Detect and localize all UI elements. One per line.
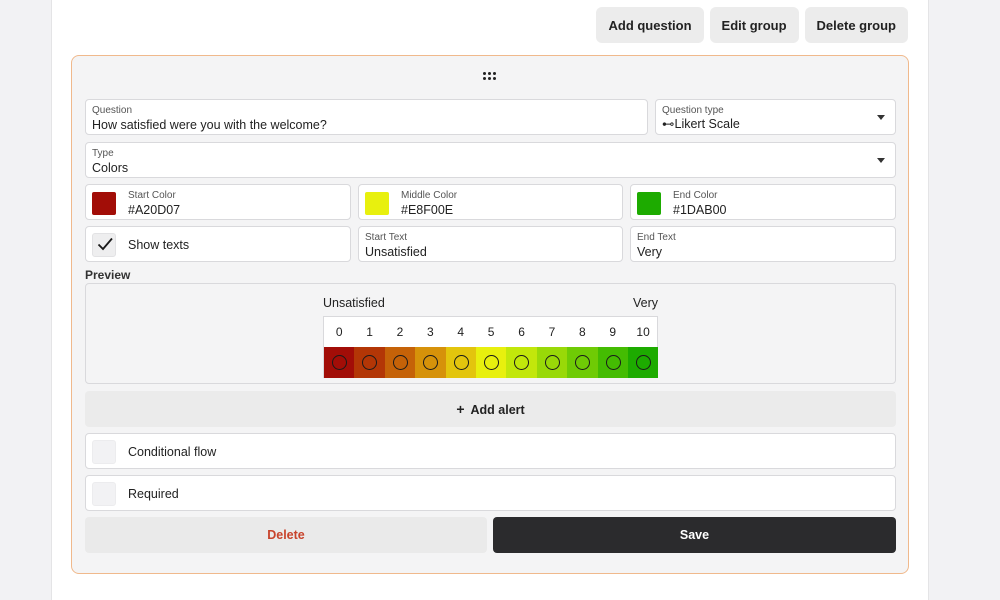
chevron-down-icon[interactable]	[877, 158, 885, 163]
start-color-label: Start Color	[128, 190, 176, 201]
drag-handle-icon[interactable]	[483, 72, 497, 82]
radio-circle-icon[interactable]	[332, 355, 347, 370]
radio-circle-icon[interactable]	[362, 355, 378, 370]
question-type-select[interactable]: Question type ⊷Likert Scale	[655, 99, 896, 135]
preview-panel: Unsatisfied Very 0 1 2 3 4 5 6 7 8 9 10	[85, 283, 896, 384]
question-input[interactable]: How satisfied were you with the welcome?	[92, 118, 327, 132]
add-alert-button[interactable]: + Add alert	[85, 391, 896, 427]
radio-circle-icon[interactable]	[544, 355, 560, 370]
scale-option[interactable]	[475, 347, 507, 378]
delete-group-button[interactable]: Delete group	[804, 7, 908, 43]
conditional-flow-label: Conditional flow	[128, 445, 217, 459]
end-color-field[interactable]: End Color #1DAB00	[630, 184, 896, 220]
radio-circle-icon[interactable]	[423, 355, 439, 370]
scale-option[interactable]	[567, 347, 598, 378]
start-color-input[interactable]: #A20D07	[128, 203, 180, 217]
scale-end-text: Very	[633, 296, 659, 310]
scale-option[interactable]	[384, 347, 416, 378]
start-text-field[interactable]: Start Text Unsatisfied	[358, 226, 623, 262]
start-color-swatch[interactable]	[92, 192, 116, 215]
checkmark-icon	[97, 237, 113, 251]
radio-circle-icon[interactable]	[575, 355, 591, 370]
scale-option[interactable]	[445, 347, 476, 378]
edit-group-button[interactable]: Edit group	[709, 7, 799, 43]
group-toolbar: Add question Edit group Delete group	[596, 7, 908, 43]
scale-option[interactable]	[506, 347, 537, 378]
scale-number: 10	[636, 325, 650, 339]
scale-number: 3	[427, 325, 434, 339]
type-label: Type	[92, 148, 114, 159]
scale-start-text: Unsatisfied	[323, 296, 385, 310]
scale-number: 2	[396, 325, 404, 339]
middle-color-swatch[interactable]	[365, 192, 389, 215]
scale-number: 6	[518, 325, 525, 339]
question-type-value: ⊷Likert Scale	[662, 117, 740, 131]
scale-option[interactable]	[354, 347, 385, 378]
radio-circle-icon[interactable]	[514, 355, 530, 370]
end-color-input[interactable]: #1DAB00	[673, 203, 727, 217]
page: Add question Edit group Delete group Que…	[51, 0, 929, 600]
delete-button[interactable]: Delete	[85, 517, 487, 553]
type-select[interactable]: Type Colors	[85, 142, 896, 178]
conditional-flow-checkbox[interactable]	[92, 440, 116, 464]
likert-scale: 0 1 2 3 4 5 6 7 8 9 10	[323, 316, 659, 378]
radio-circle-icon[interactable]	[483, 355, 499, 370]
required-option[interactable]: Required	[85, 475, 896, 511]
scale-number: 7	[548, 325, 556, 339]
show-texts-label: Show texts	[128, 238, 190, 252]
middle-color-input[interactable]: #E8F00E	[401, 203, 453, 217]
show-texts-checkbox[interactable]	[92, 233, 116, 257]
scale-number: 8	[578, 325, 586, 339]
add-question-button[interactable]: Add question	[596, 7, 704, 43]
scale-option[interactable]	[627, 347, 659, 378]
middle-color-label: Middle Color	[401, 190, 458, 201]
end-color-label: End Color	[673, 190, 718, 201]
scale-option[interactable]	[415, 347, 446, 378]
scale-numbers: 0 1 2 3 4 5 6 7 8 9 10	[324, 317, 659, 347]
radio-circle-icon[interactable]	[605, 355, 621, 370]
start-text-label: Start Text	[365, 232, 408, 243]
scale-number: 0	[335, 325, 343, 339]
scale-options	[324, 347, 659, 378]
question-label: Question	[92, 105, 133, 116]
radio-circle-icon[interactable]	[635, 355, 651, 370]
end-text-input[interactable]: Very	[637, 245, 662, 259]
radio-circle-icon[interactable]	[392, 355, 408, 370]
question-editor-card: Question How satisfied were you with the…	[71, 55, 909, 574]
scale-number: 9	[609, 325, 617, 339]
start-text-input[interactable]: Unsatisfied	[365, 245, 427, 259]
conditional-flow-option[interactable]: Conditional flow	[85, 433, 896, 469]
type-value: Colors	[92, 161, 129, 175]
required-checkbox[interactable]	[92, 482, 116, 506]
scale-option[interactable]	[324, 347, 355, 378]
question-type-label: Question type	[662, 105, 724, 116]
start-color-field[interactable]: Start Color #A20D07	[85, 184, 351, 220]
radio-circle-icon[interactable]	[453, 355, 469, 370]
question-field[interactable]: Question How satisfied were you with the…	[85, 99, 648, 135]
show-texts-option[interactable]: Show texts	[85, 226, 351, 262]
add-alert-label: Add alert	[470, 403, 525, 417]
middle-color-field[interactable]: Middle Color #E8F00E	[358, 184, 623, 220]
scale-number: 4	[457, 325, 465, 339]
end-text-field[interactable]: End Text Very	[630, 226, 896, 262]
scale-option[interactable]	[536, 347, 568, 378]
end-color-swatch[interactable]	[637, 192, 661, 215]
chevron-down-icon[interactable]	[877, 115, 885, 120]
scale-number: 1	[366, 325, 373, 339]
end-text-label: End Text	[637, 232, 676, 243]
save-button[interactable]: Save	[493, 517, 896, 553]
scale-number: 5	[487, 325, 495, 339]
required-label: Required	[128, 487, 179, 501]
preview-label: Preview	[85, 268, 131, 282]
scale-option[interactable]	[597, 347, 628, 378]
plus-icon: +	[456, 401, 465, 417]
